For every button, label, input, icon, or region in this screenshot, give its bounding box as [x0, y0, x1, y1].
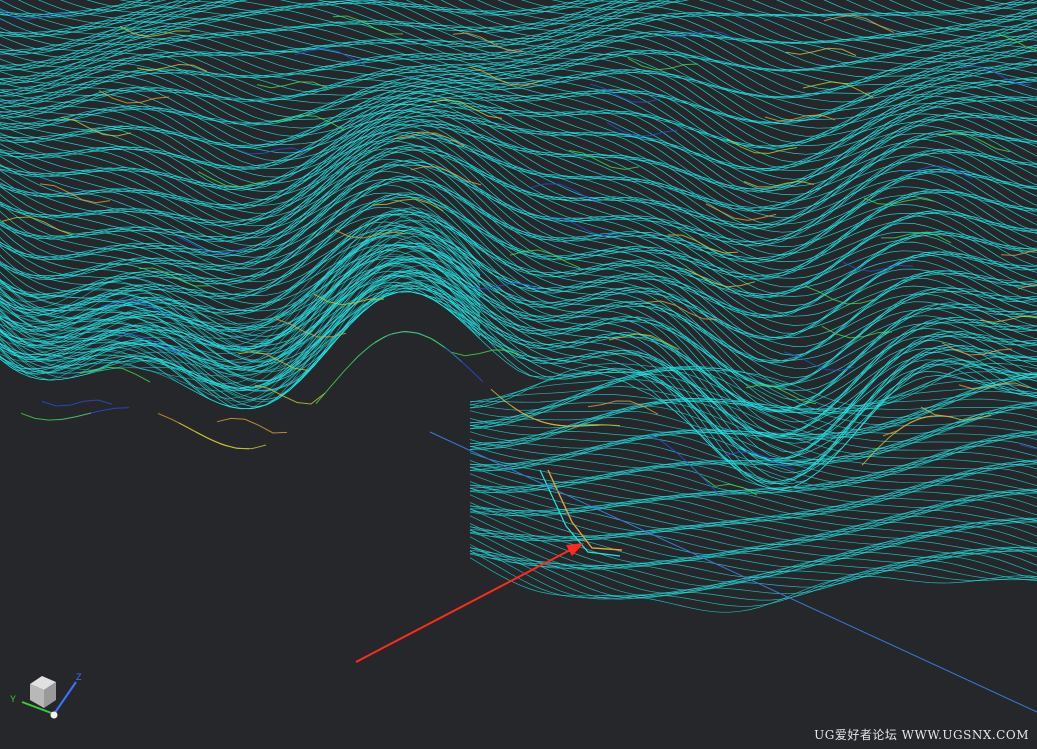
toolpath-pass: [469, 505, 1037, 542]
toolpath-pass: [79, 366, 151, 383]
toolpath-pass: [0, 145, 1037, 271]
toolpath-pass: [0, 109, 1037, 212]
toolpath-pass: [1, 216, 73, 236]
red-arrow-icon: [355, 543, 584, 663]
upper-toolpath-surface: [0, 0, 1037, 490]
toolpath-pass: [469, 508, 1037, 549]
toolpath-pass: [0, 207, 481, 331]
toolpath-pass: [195, 431, 267, 450]
toolpath-pass: [0, 37, 1037, 95]
toolpath-pass: [0, 221, 481, 339]
toolpath-pass: [450, 349, 522, 357]
triad-y-label: Y: [10, 694, 16, 704]
toolpath-pass: [469, 515, 1037, 553]
toolpath-pass: [452, 32, 524, 52]
toolpath-pass: [469, 552, 1037, 597]
toolpath-pass: [0, 0, 1037, 23]
toolpath-pass: [627, 57, 699, 71]
triad-z-axis: [53, 681, 77, 715]
toolpath-pass: [469, 522, 1037, 562]
toolpath-pass: [0, 75, 1037, 149]
toolpath-pass: [0, 291, 1037, 490]
toolpath-pass: [353, 331, 425, 361]
toolpath-pass: [216, 417, 288, 434]
view-triad-icon[interactable]: Y Z: [8, 668, 88, 724]
toolpath-pass: [469, 550, 1037, 607]
toolpath-pass: [0, 149, 1037, 262]
toolpath-pass: [568, 150, 640, 170]
toolpath-pass: [374, 330, 446, 348]
toolpath-scene[interactable]: [0, 0, 1037, 749]
toolpath-pass: [783, 351, 855, 372]
toolpath-pass: [469, 536, 1037, 583]
toolpath-pass: [20, 412, 92, 421]
toolpath-pass: [119, 0, 1037, 5]
toolpath-pass: [0, 291, 1037, 490]
toolpath-pass: [41, 399, 113, 407]
graphics-viewport[interactable]: Y Z UG爱好者论坛 WWW.UGSNX.COM: [0, 0, 1037, 749]
toolpath-pass: [0, 176, 1037, 314]
toolpath-pass: [0, 146, 1037, 280]
triad-origin: [50, 711, 58, 719]
toolpath-pass: [178, 422, 250, 450]
toolpath-pass: [0, 269, 1037, 460]
reference-axis-line: [429, 431, 1037, 713]
toolpath-pass: [412, 331, 484, 383]
toolpath-pass: [315, 335, 387, 405]
watermark-text: UG爱好者论坛 WWW.UGSNX.COM: [814, 728, 1029, 742]
triad-z-label: Z: [76, 672, 82, 682]
toolpath-pass: [0, 131, 1037, 261]
